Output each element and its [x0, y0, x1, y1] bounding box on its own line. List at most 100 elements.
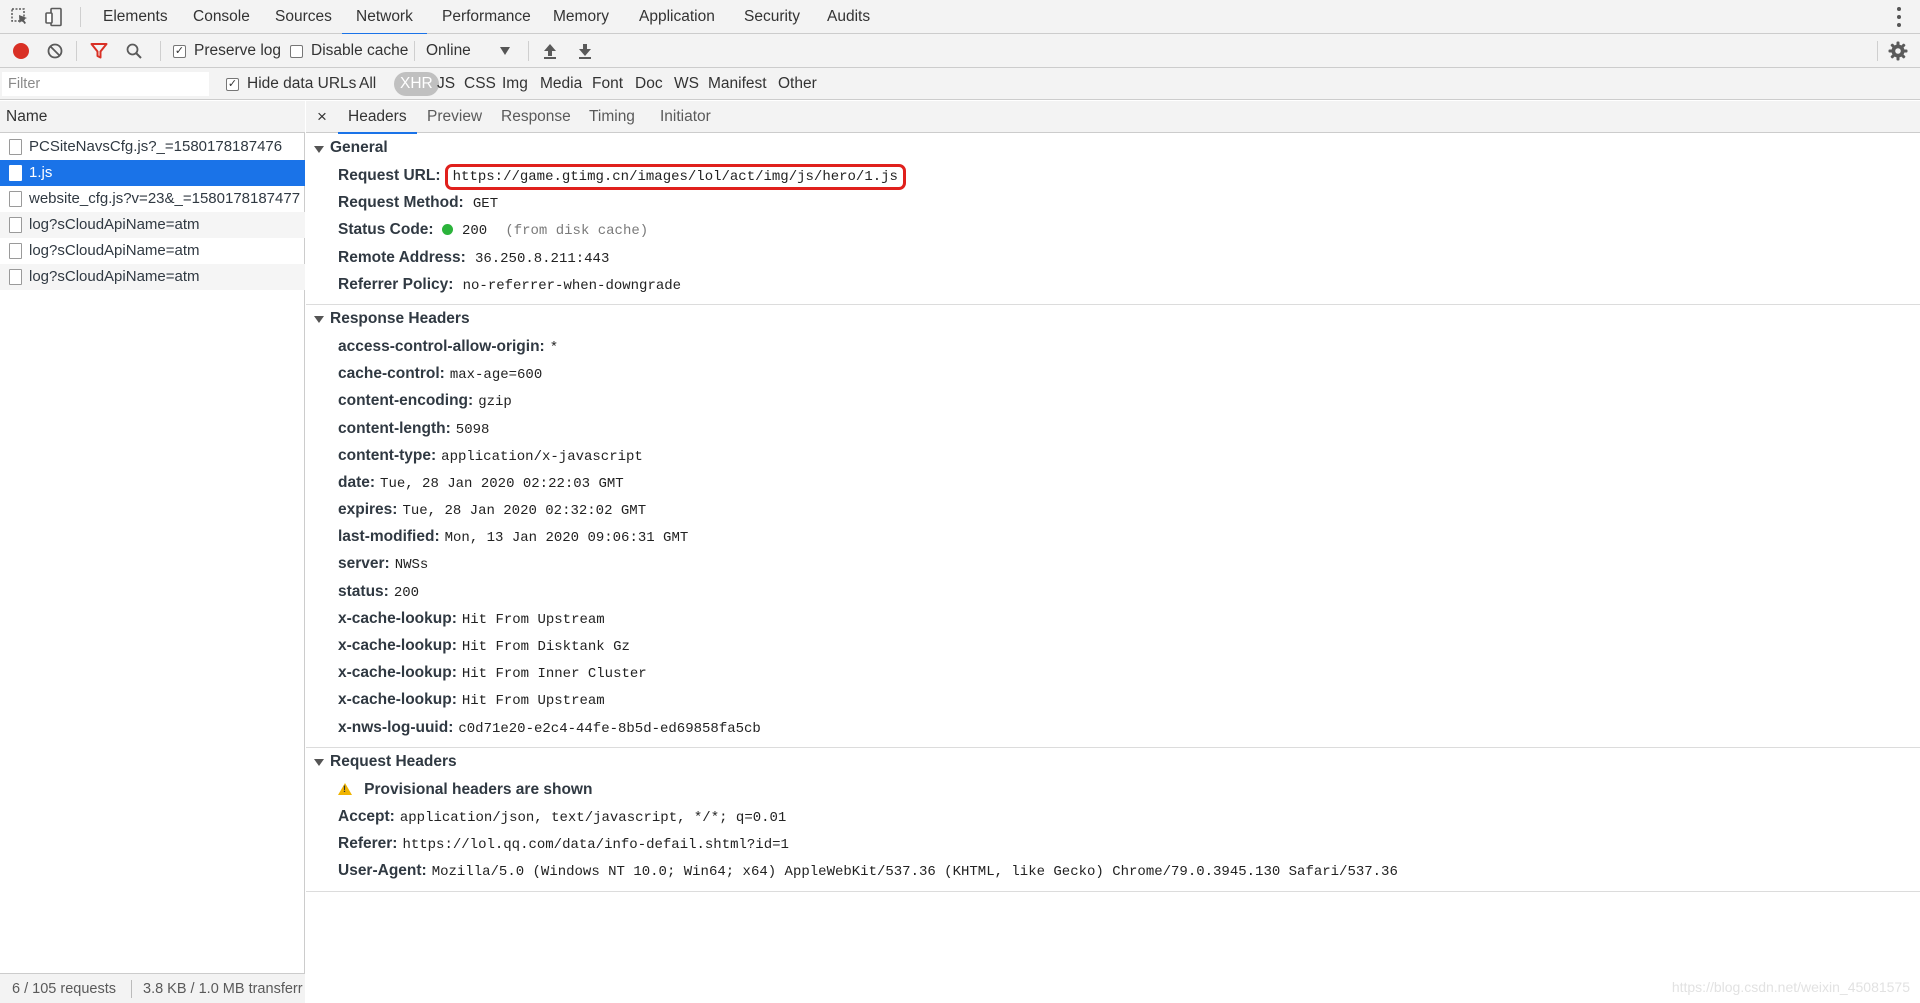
provisional-warning-row: Provisional headers are shown	[306, 776, 1920, 803]
triangle-down-icon	[314, 145, 324, 153]
request-headers-title: Request Headers	[330, 752, 457, 770]
settings-gear-icon	[1888, 41, 1908, 61]
request-headers-header[interactable]: Request Headers	[306, 748, 1920, 776]
header-key: x-cache-lookup:	[338, 691, 457, 709]
device-toolbar-icon[interactable]	[43, 6, 65, 28]
tab-elements[interactable]: Elements	[101, 0, 170, 34]
header-row: content-encoding: gzip	[306, 387, 1920, 414]
disable-cache-label: Disable cache	[311, 42, 409, 59]
header-row: x-cache-lookup: Hit From Upstream	[306, 605, 1920, 632]
detail-tab-bar: × Headers Preview Response Timing Initiator	[306, 101, 1920, 134]
chevron-down-icon[interactable]	[500, 40, 510, 62]
filter-type-js[interactable]: JS	[435, 72, 457, 96]
toolbar-divider	[414, 41, 415, 61]
hide-data-urls-check[interactable]: ✓	[226, 77, 239, 91]
tab-console[interactable]: Console	[191, 0, 252, 34]
request-url-value[interactable]: https://game.gtimg.cn/images/lol/act/img…	[444, 164, 906, 190]
request-row[interactable]: log?sCloudApiName=atm	[0, 264, 305, 290]
filter-type-all[interactable]: All	[357, 72, 378, 96]
preserve-log-checkbox[interactable]: ✓ Preserve log	[173, 40, 281, 62]
more-menu-icon[interactable]	[1896, 7, 1902, 27]
request-count: 6 / 105 requests	[12, 981, 116, 997]
detail-tab-headers[interactable]: Headers	[338, 101, 417, 134]
tab-sources[interactable]: Sources	[273, 0, 334, 34]
header-row: content-type: application/x-javascript	[306, 442, 1920, 469]
file-icon	[9, 165, 22, 181]
filter-type-ws[interactable]: WS	[672, 72, 701, 96]
tab-audits[interactable]: Audits	[825, 0, 872, 34]
throttling-value: Online	[426, 42, 471, 59]
header-row: expires: Tue, 28 Jan 2020 02:32:02 GMT	[306, 496, 1920, 523]
search-icon	[126, 43, 142, 59]
provisional-warning-text: Provisional headers are shown	[364, 780, 593, 798]
request-row[interactable]: 1.js	[0, 160, 305, 186]
tab-security[interactable]: Security	[742, 0, 802, 34]
preserve-log-check[interactable]: ✓	[173, 44, 186, 58]
response-headers-header[interactable]: Response Headers	[306, 305, 1920, 333]
request-list: PCSiteNavsCfg.js?_=1580178187476 1.js webs…	[0, 134, 305, 290]
detail-tab-response[interactable]: Response	[501, 101, 571, 133]
import-har-button[interactable]	[541, 40, 559, 62]
filter-type-img[interactable]: Img	[500, 72, 530, 96]
close-icon[interactable]: ×	[317, 101, 327, 133]
disable-cache-check[interactable]	[290, 44, 303, 58]
hide-data-urls-label: Hide data URLs	[247, 75, 357, 92]
header-row: server: NWSs	[306, 550, 1920, 577]
file-icon	[9, 191, 22, 207]
name-column-header[interactable]: Name	[0, 101, 305, 133]
filter-type-font[interactable]: Font	[590, 72, 625, 96]
triangle-down-icon	[314, 316, 324, 324]
record-icon	[13, 43, 29, 59]
tab-application[interactable]: Application	[637, 0, 717, 34]
hide-data-urls-checkbox[interactable]: ✓ Hide data URLs	[226, 73, 356, 95]
request-list-pane: Name PCSiteNavsCfg.js?_=1580178187476 1.j…	[0, 101, 305, 1003]
download-icon	[579, 44, 591, 59]
request-url-key: Request URL:	[338, 167, 441, 184]
select-element-icon[interactable]	[9, 6, 31, 28]
detail-tab-timing[interactable]: Timing	[589, 101, 635, 133]
filter-type-media[interactable]: Media	[538, 72, 584, 96]
filter-type-manifest[interactable]: Manifest	[706, 72, 769, 96]
detail-tab-initiator[interactable]: Initiator	[660, 101, 711, 133]
record-button[interactable]	[10, 40, 29, 62]
filter-toggle-button[interactable]	[90, 40, 108, 62]
file-icon	[9, 139, 22, 155]
export-har-button[interactable]	[576, 40, 594, 62]
referrer-policy-key: Referrer Policy:	[338, 275, 454, 293]
tab-performance[interactable]: Performance	[440, 0, 533, 34]
header-value: Mozilla/5.0 (Windows NT 10.0; Win64; x64…	[431, 864, 1398, 881]
filter-type-xhr[interactable]: XHR	[394, 72, 439, 96]
general-section-header[interactable]: General	[306, 134, 1920, 162]
search-button[interactable]	[125, 40, 143, 62]
header-value: Tue, 28 Jan 2020 02:22:03 GMT	[380, 475, 624, 492]
header-row: date: Tue, 28 Jan 2020 02:22:03 GMT	[306, 469, 1920, 496]
tab-memory[interactable]: Memory	[551, 0, 611, 34]
header-row: User-Agent: Mozilla/5.0 (Windows NT 10.0;…	[306, 857, 1920, 884]
header-key: x-cache-lookup:	[338, 664, 457, 682]
throttling-select[interactable]: Online	[426, 40, 471, 62]
request-row[interactable]: website_cfg.js?v=23&_=1580178187477	[0, 186, 305, 212]
detail-tab-preview[interactable]: Preview	[427, 101, 482, 133]
devtools-window: Elements Console Sources Network Performance…	[0, 0, 1920, 1003]
toolbar-divider	[80, 7, 81, 27]
file-icon	[9, 243, 22, 259]
header-key: content-encoding:	[338, 392, 474, 410]
header-row: last-modified: Mon, 13 Jan 2020 09:06:31 …	[306, 523, 1920, 550]
disable-cache-checkbox[interactable]: Disable cache	[290, 40, 408, 62]
response-headers-section: Response Headers access-control-allow-or…	[306, 305, 1920, 748]
filter-type-doc[interactable]: Doc	[633, 72, 665, 96]
filter-type-other[interactable]: Other	[776, 72, 819, 96]
header-key: access-control-allow-origin:	[338, 337, 545, 355]
filter-input[interactable]	[2, 72, 209, 96]
header-value: c0d71e20-e2c4-44fe-8b5d-ed69858fa5cb	[458, 720, 761, 737]
clear-button[interactable]	[46, 40, 64, 62]
request-row[interactable]: log?sCloudApiName=atm	[0, 212, 305, 238]
request-headers-section: Request Headers Provisional headers are …	[306, 748, 1920, 892]
header-row: x-nws-log-uuid: c0d71e20-e2c4-44fe-8b5d-e…	[306, 714, 1920, 741]
tab-network[interactable]: Network	[342, 0, 427, 35]
filter-type-css[interactable]: CSS	[462, 72, 498, 96]
network-settings-button[interactable]	[1888, 40, 1908, 62]
header-key: content-length:	[338, 419, 451, 437]
request-row[interactable]: log?sCloudApiName=atm	[0, 238, 305, 264]
request-row[interactable]: PCSiteNavsCfg.js?_=1580178187476	[0, 134, 305, 160]
